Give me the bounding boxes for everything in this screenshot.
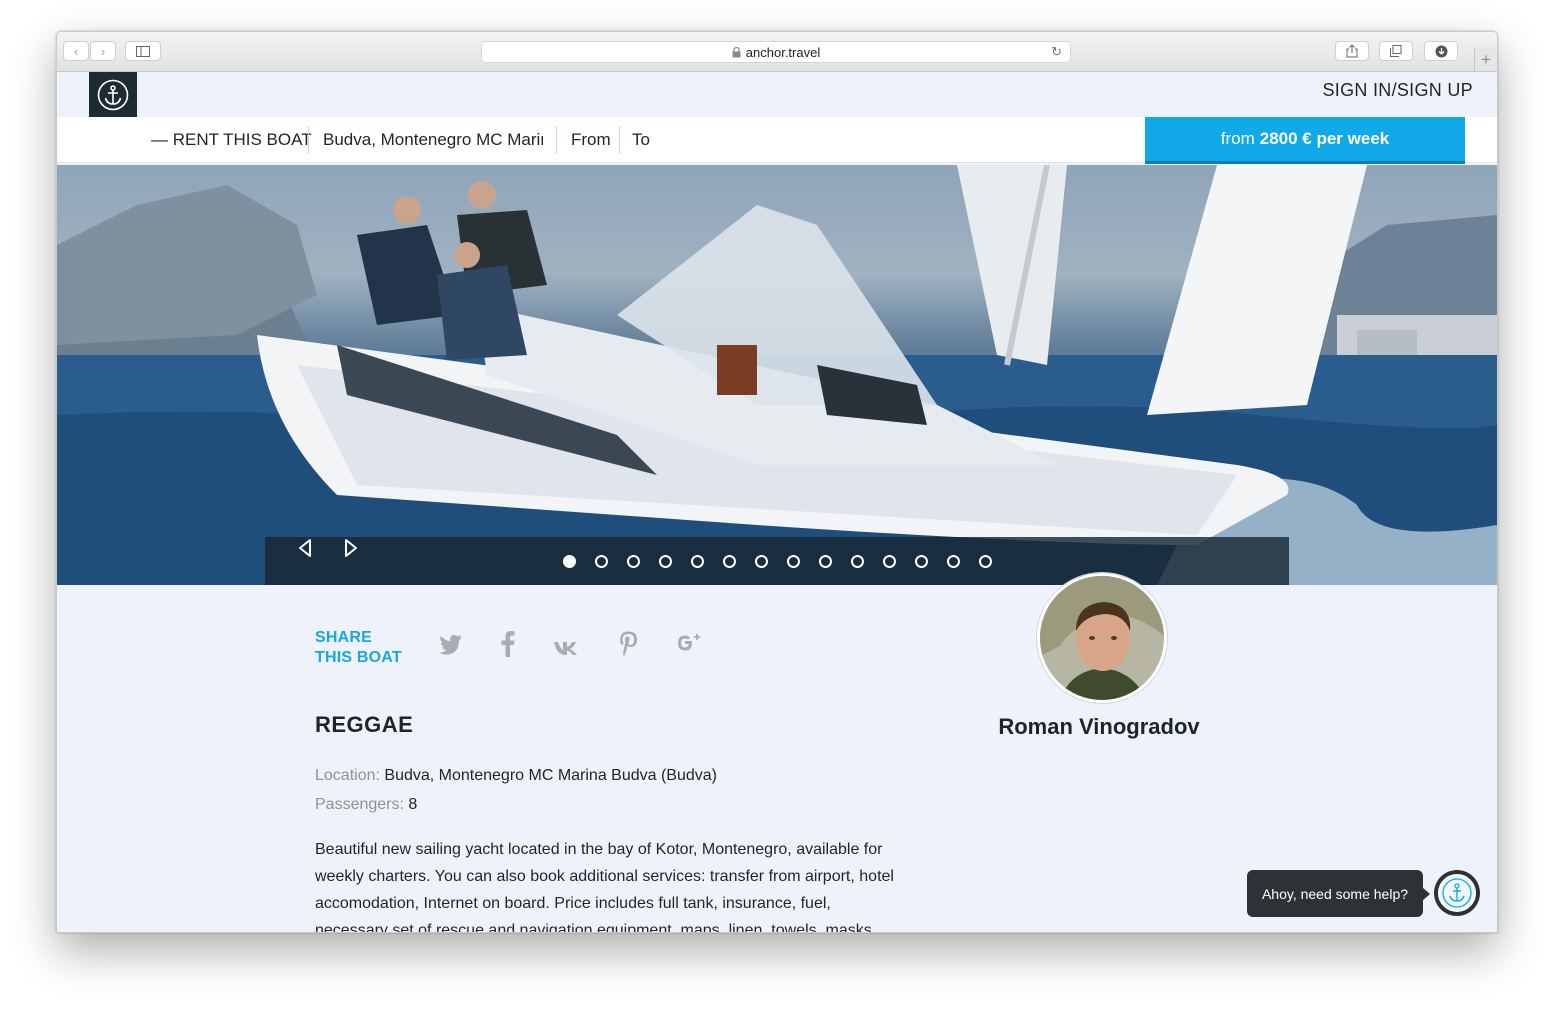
tabs-button[interactable]	[1379, 41, 1413, 61]
slide-dot[interactable]	[595, 555, 608, 568]
tabs-icon	[1390, 45, 1402, 57]
back-button[interactable]: ‹	[63, 41, 89, 61]
owner-avatar[interactable]	[1037, 573, 1167, 703]
slide-dot[interactable]	[979, 555, 992, 568]
slide-dot[interactable]	[563, 555, 576, 568]
download-icon	[1435, 45, 1447, 57]
slide-dot[interactable]	[755, 555, 768, 568]
slide-dot[interactable]	[659, 555, 672, 568]
browser-window: ‹ › anchor.travel ↻ + SIGN IN/SIGN UP — …	[56, 31, 1498, 933]
slide-dot[interactable]	[915, 555, 928, 568]
slide-dot[interactable]	[947, 555, 960, 568]
divider	[556, 126, 557, 154]
location-value: Budva, Montenegro MC Marina Budva (Budva…	[384, 767, 717, 784]
share-icon	[1346, 44, 1358, 58]
google-plus-icon[interactable]	[677, 632, 703, 658]
boat-photo-gallery[interactable]	[57, 165, 1497, 585]
slide-dot[interactable]	[723, 555, 736, 568]
owner-photo	[1040, 576, 1164, 700]
location-field[interactable]: Budva, Montenegro MC Marina Budva	[323, 130, 543, 150]
twitter-icon[interactable]	[439, 634, 463, 656]
location-label: Location:	[315, 767, 380, 784]
slide-dot[interactable]	[691, 555, 704, 568]
boat-description: Beautiful new sailing yacht located in t…	[315, 841, 894, 933]
from-date-field[interactable]: From	[571, 130, 611, 150]
sidebar-icon	[136, 45, 150, 57]
share-label-line1: SHARE	[315, 629, 373, 646]
help-chat-button[interactable]	[1434, 870, 1480, 916]
sign-in-link[interactable]: SIGN IN/SIGN UP	[1322, 80, 1473, 101]
to-date-field[interactable]: To	[632, 130, 650, 150]
passengers-label: Passengers:	[315, 796, 404, 813]
slide-dot[interactable]	[627, 555, 640, 568]
slide-dot[interactable]	[851, 555, 864, 568]
browser-toolbar: ‹ › anchor.travel ↻ +	[57, 32, 1497, 72]
boat-name: REGGAE	[315, 712, 414, 737]
anchor-icon	[1438, 874, 1476, 912]
boat-passengers: Passengers: 8	[315, 796, 417, 814]
price-prefix: from	[1220, 129, 1255, 148]
slide-dot[interactable]	[819, 555, 832, 568]
url-text: anchor.travel	[745, 44, 821, 60]
slide-dot[interactable]	[883, 555, 896, 568]
pinterest-icon[interactable]	[619, 631, 638, 657]
sidebar-button[interactable]	[125, 41, 161, 61]
gallery-controls	[265, 537, 1289, 585]
rent-label: — RENT THIS BOAT	[151, 130, 312, 149]
price-button[interactable]: from 2800 € per week	[1145, 117, 1465, 164]
previous-slide-icon[interactable]	[295, 537, 317, 559]
site-header: SIGN IN/SIGN UP	[57, 72, 1497, 117]
divider	[308, 126, 309, 154]
share-button[interactable]	[1335, 41, 1369, 61]
address-bar[interactable]: anchor.travel ↻	[481, 41, 1071, 63]
boat-location: Location: Budva, Montenegro MC Marina Bu…	[315, 767, 717, 785]
facebook-icon[interactable]	[501, 631, 515, 657]
owner-name[interactable]: Roman Vinogradov	[929, 714, 1269, 740]
share-label: SHARE THIS BOAT	[315, 628, 402, 668]
help-tooltip[interactable]: Ahoy, need some help?	[1247, 870, 1430, 917]
price-value: 2800 € per week	[1259, 129, 1390, 148]
anchor-icon	[97, 79, 129, 110]
boat-photo	[57, 165, 1497, 585]
forward-button[interactable]: ›	[90, 41, 116, 61]
downloads-button[interactable]	[1424, 41, 1458, 61]
vk-icon[interactable]	[553, 640, 579, 656]
site-logo[interactable]	[89, 72, 137, 117]
new-tab-button[interactable]: +	[1474, 48, 1497, 71]
passengers-value: 8	[408, 796, 418, 813]
next-slide-icon[interactable]	[339, 537, 361, 559]
share-label-line2: THIS BOAT	[315, 649, 402, 666]
slide-dot[interactable]	[787, 555, 800, 568]
reload-icon[interactable]: ↻	[1051, 44, 1062, 60]
divider	[619, 126, 620, 154]
lock-icon	[732, 46, 741, 57]
